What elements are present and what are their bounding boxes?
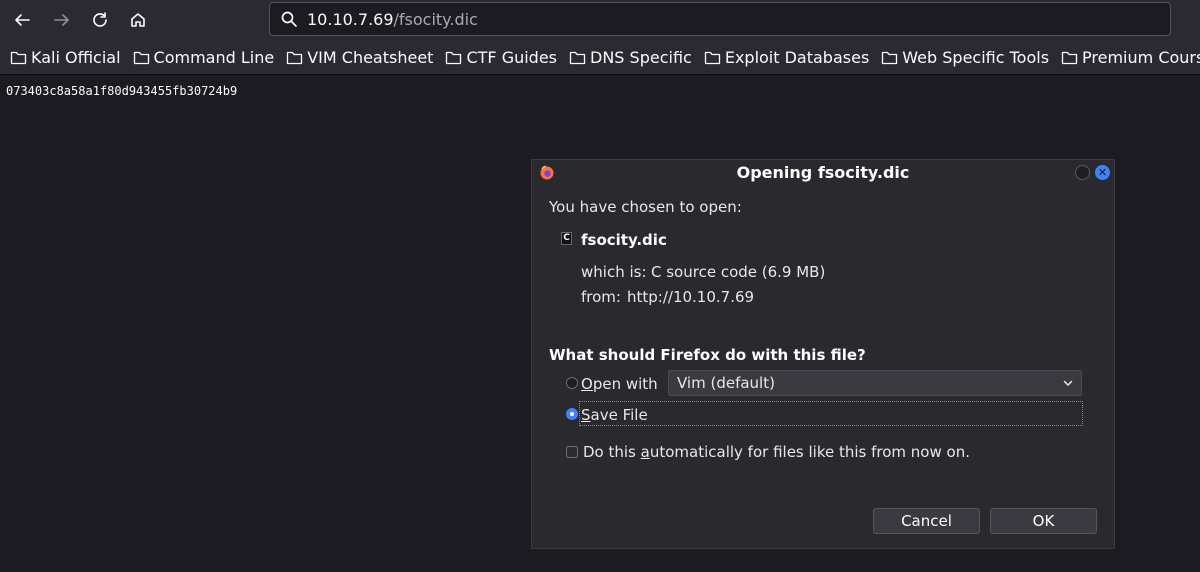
action-question: What should Firefox do with this file? <box>549 346 866 364</box>
open-with-label-rest: pen with <box>592 375 658 393</box>
folder-icon <box>446 51 462 64</box>
bookmark-folder[interactable]: CTF Guides <box>445 48 557 67</box>
file-type-value: C source code (6.9 MB) <box>651 263 826 281</box>
navigation-toolbar: 10.10.7.69/fsocity.dic <box>0 0 1200 40</box>
save-file-label[interactable]: Save File <box>581 406 648 424</box>
folder-icon <box>569 51 586 64</box>
address-bar[interactable]: 10.10.7.69/fsocity.dic <box>269 2 1171 36</box>
save-file-radio[interactable] <box>566 408 578 420</box>
close-icon: ✕ <box>1097 166 1108 179</box>
chosen-text: You have chosen to open: <box>549 198 742 216</box>
open-with-access-key: O <box>581 375 593 393</box>
cancel-button[interactable]: Cancel <box>873 508 980 534</box>
dialog-title: Opening fsocity.dic <box>736 163 910 182</box>
ok-button[interactable]: OK <box>990 508 1097 534</box>
folder-icon <box>1061 51 1078 64</box>
auto-action-checkbox[interactable] <box>566 446 578 458</box>
bookmarks-toolbar: Kali Official Command Line VIM Cheatshee… <box>0 40 1200 75</box>
reload-icon <box>93 12 107 27</box>
search-icon <box>281 11 297 27</box>
folder-icon <box>10 51 27 64</box>
bookmark-label: CTF Guides <box>466 47 558 67</box>
bookmark-label: VIM Cheatsheet <box>307 47 434 67</box>
open-with-label[interactable]: Open with <box>581 375 658 393</box>
bookmark-folder[interactable]: DNS Specific <box>569 48 692 67</box>
auto-action-text-end: utomatically for files like this from no… <box>649 443 970 461</box>
bookmark-folder[interactable]: Kali Official <box>10 48 121 67</box>
which-is-label: which is: <box>581 263 647 281</box>
url-path: /fsocity.dic <box>393 9 478 29</box>
close-button[interactable]: ✕ <box>1095 165 1110 180</box>
source-url-value: http://10.10.7.69 <box>627 288 755 306</box>
folder-icon <box>287 51 303 64</box>
save-file-access-key: S <box>581 406 591 424</box>
open-with-app-select[interactable]: Vim (default) <box>668 370 1082 396</box>
home-icon <box>131 13 145 27</box>
reload-button[interactable] <box>86 6 114 34</box>
auto-action-access-key: a <box>640 443 650 461</box>
bookmark-folder[interactable]: VIM Cheatsheet <box>286 48 433 67</box>
folder-icon <box>704 51 720 64</box>
from-label: from: <box>581 288 621 306</box>
minimize-button[interactable] <box>1075 165 1090 180</box>
bookmark-label: Premium Courses <box>1082 47 1200 67</box>
bookmark-label: DNS Specific <box>590 47 692 67</box>
folder-icon <box>882 51 898 64</box>
save-file-label-rest: ave File <box>590 406 648 424</box>
save-file-focus-ring <box>579 401 1083 426</box>
auto-action-label[interactable]: Do this automatically for files like thi… <box>583 443 970 461</box>
forward-button[interactable] <box>48 6 76 34</box>
bookmark-folder[interactable]: Web Specific Tools <box>881 48 1049 67</box>
bookmark-folder[interactable]: Exploit Databases <box>704 48 869 67</box>
download-dialog: Opening fsocity.dic ✕ You have chosen to… <box>531 159 1115 549</box>
bookmark-folder[interactable]: Premium Courses <box>1061 48 1200 67</box>
url-host: 10.10.7.69 <box>307 9 394 29</box>
back-button[interactable] <box>8 6 36 34</box>
open-with-app-value: Vim (default) <box>677 374 775 392</box>
bookmark-folder[interactable]: Command Line <box>133 47 275 67</box>
open-with-radio[interactable] <box>566 377 578 389</box>
folder-icon <box>133 51 149 64</box>
bookmark-label: Command Line <box>153 47 275 67</box>
bookmark-label: Exploit Databases <box>724 47 870 67</box>
chevron-down-icon <box>1063 380 1073 386</box>
file-icon: C <box>561 232 572 245</box>
auto-action-text-start: Do this <box>583 443 641 461</box>
arrow-right-icon <box>54 14 69 26</box>
bookmark-label: Kali Official <box>31 47 121 67</box>
bookmark-label: Web Specific Tools <box>902 47 1050 67</box>
arrow-left-icon <box>15 14 30 26</box>
page-text: 073403c8a58a1f80d943455fb30724b9 <box>6 84 238 98</box>
file-name: fsocity.dic <box>581 231 667 249</box>
home-button[interactable] <box>124 6 152 34</box>
